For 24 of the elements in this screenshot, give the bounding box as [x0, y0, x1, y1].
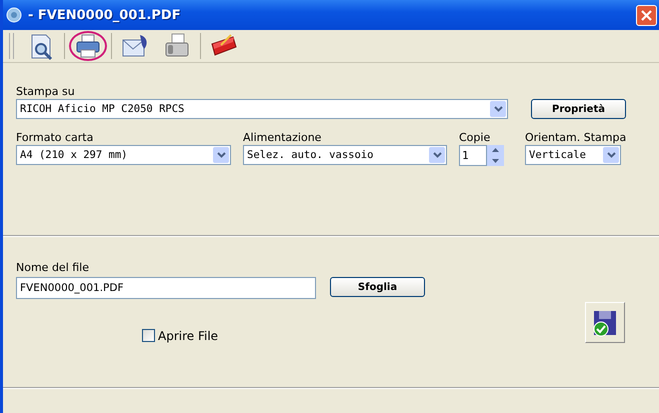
spinner[interactable] [487, 145, 504, 166]
open-file-checkbox[interactable]: Aprire File [142, 328, 218, 343]
printer-dropdown[interactable]: RICOH Aficio MP C2050 RPCS [16, 99, 508, 119]
field-label: Nome del file [16, 261, 90, 275]
close-button[interactable] [636, 4, 657, 26]
copies-field[interactable]: 1 [459, 145, 487, 166]
field-label: Copie [459, 131, 492, 145]
up-arrow-icon [492, 148, 499, 152]
paper-source-dropdown[interactable]: Selez. auto. vassoio [243, 145, 447, 165]
field-label: Formato carta [16, 131, 94, 145]
field-label: Stampa su [16, 85, 76, 99]
save-button[interactable] [585, 302, 625, 343]
down-arrow-icon [492, 158, 499, 163]
orientation-dropdown[interactable]: Verticale [525, 145, 621, 165]
window-title: - FVEN0000_001.PDF [28, 8, 182, 22]
file-name-field[interactable]: FVEN0000_001.PDF [16, 277, 316, 299]
browse-button[interactable]: Sfoglia [330, 277, 425, 297]
properties-button[interactable]: Proprietà [531, 99, 626, 119]
field-label: Orientam. Stampa [525, 131, 626, 145]
field-label: Alimentazione [243, 131, 322, 145]
app-icon [6, 7, 22, 23]
paper-size-dropdown[interactable]: A4 (210 x 297 mm) [16, 145, 231, 165]
print-button[interactable] [69, 31, 107, 61]
close-icon [640, 8, 653, 22]
